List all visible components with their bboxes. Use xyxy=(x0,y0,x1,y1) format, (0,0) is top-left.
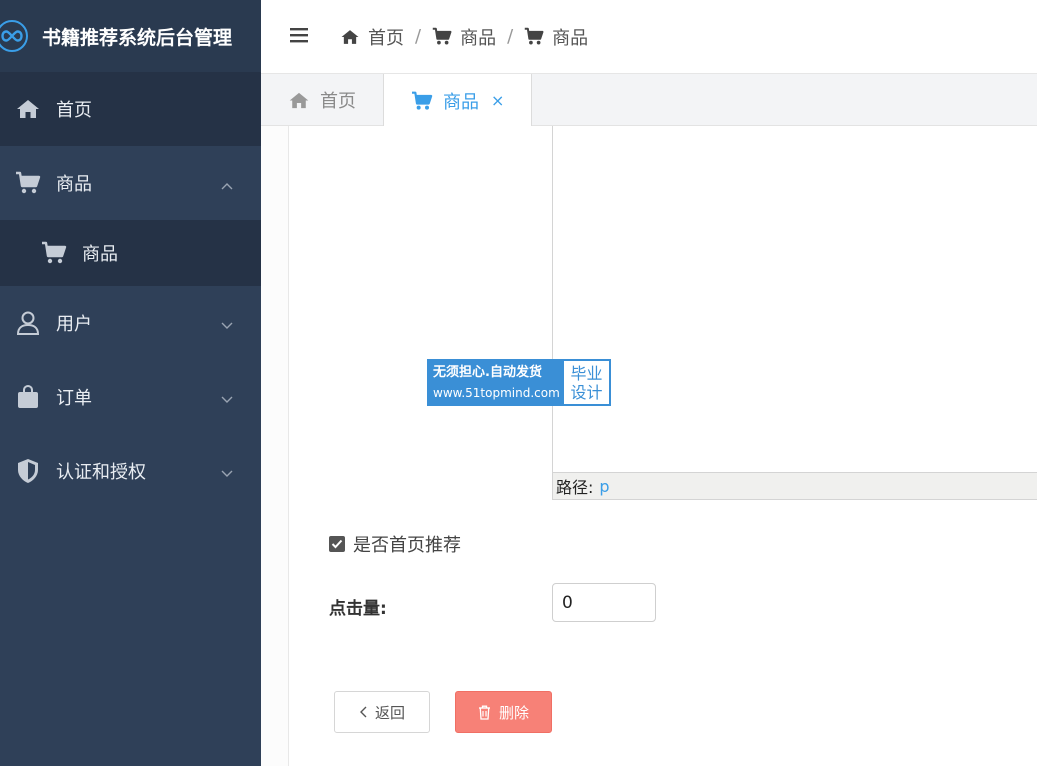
path-label: 路径: xyxy=(556,478,594,497)
path-element-link[interactable]: p xyxy=(599,477,609,496)
watermark-url: www.51topmind.com xyxy=(433,385,560,400)
breadcrumb: 首页 / 商品 / 商品 xyxy=(340,24,588,50)
home-icon xyxy=(14,98,42,120)
rich-text-editor[interactable]: 路径: p xyxy=(552,126,1037,500)
breadcrumb-separator: / xyxy=(507,26,514,47)
sidebar-item-label: 用户 xyxy=(56,314,92,335)
sidebar-item-auth[interactable]: 认证和授权 xyxy=(0,434,261,508)
watermark-left: 无须担心.自动发货 www.51topmind.com xyxy=(429,361,564,404)
clicks-label: 点击量: xyxy=(329,599,387,619)
sidebar-item-label: 首页 xyxy=(56,100,92,121)
hamburger-menu-icon[interactable] xyxy=(290,27,308,47)
breadcrumb-item-current: 商品 xyxy=(552,27,589,49)
cart-icon xyxy=(40,241,68,265)
sidebar-item-label: 认证和授权 xyxy=(56,462,146,483)
watermark-badge: 无须担心.自动发货 www.51topmind.com 毕业 设计 xyxy=(427,359,611,406)
delete-button[interactable]: 删除 xyxy=(455,691,552,733)
sidebar-item-products[interactable]: 商品 xyxy=(0,146,261,220)
main-content: 路径: p 无须担心.自动发货 www.51topmind.com 毕业 设计 … xyxy=(288,126,1037,766)
chevron-left-icon xyxy=(359,706,367,718)
tab-label: 首页 xyxy=(320,91,356,112)
back-button-label: 返回 xyxy=(374,703,405,722)
cart-icon xyxy=(14,171,42,195)
shield-icon xyxy=(14,458,42,484)
cart-icon xyxy=(524,27,544,46)
watermark-right1: 毕业 xyxy=(570,363,603,383)
tab-home[interactable]: 首页 xyxy=(261,74,384,126)
watermark-line1: 无须担心.自动发货 xyxy=(433,364,542,380)
chevron-down-icon xyxy=(221,314,233,335)
home-icon xyxy=(340,28,360,46)
sidebar-subitem-products[interactable]: 商品 xyxy=(0,220,261,286)
shopping-bag-icon xyxy=(14,385,42,409)
trash-icon xyxy=(478,705,491,720)
brand: 书籍推荐系统后台管理 xyxy=(0,0,261,72)
cart-icon xyxy=(432,27,452,46)
cart-icon xyxy=(411,91,433,111)
tab-products[interactable]: 商品 × xyxy=(384,74,533,127)
sidebar-item-users[interactable]: 用户 xyxy=(0,286,261,360)
chevron-up-icon xyxy=(221,174,233,195)
delete-button-label: 删除 xyxy=(498,703,529,722)
app-title: 书籍推荐系统后台管理 xyxy=(42,26,233,49)
breadcrumb-separator: / xyxy=(415,26,422,47)
homepage-recommend-row[interactable]: 是否首页推荐 xyxy=(329,531,461,557)
tab-label: 商品 xyxy=(443,91,479,113)
sidebar-item-label: 商品 xyxy=(82,244,118,265)
clicks-input[interactable] xyxy=(552,583,656,622)
breadcrumb-item-home[interactable]: 首页 xyxy=(368,24,404,50)
homepage-recommend-checkbox[interactable] xyxy=(329,536,345,552)
sidebar-item-label: 商品 xyxy=(56,174,92,195)
user-icon xyxy=(14,310,42,336)
close-icon[interactable]: × xyxy=(491,91,504,110)
tab-bar: 首页 商品 × xyxy=(261,74,1037,127)
breadcrumb-item-products[interactable]: 商品 xyxy=(460,24,496,50)
sidebar-item-orders[interactable]: 订单 xyxy=(0,360,261,434)
chevron-down-icon xyxy=(221,388,233,409)
editor-statusbar: 路径: p xyxy=(553,472,1037,499)
back-button[interactable]: 返回 xyxy=(334,691,430,733)
chevron-down-icon xyxy=(221,462,233,483)
watermark-right: 毕业 设计 xyxy=(564,361,609,404)
checkbox-label: 是否首页推荐 xyxy=(353,535,461,556)
sidebar-item-label: 订单 xyxy=(56,388,92,409)
top-header: 首页 / 商品 / 商品 xyxy=(261,0,1037,74)
sidebar: 书籍推荐系统后台管理 首页 商品 商品 用户 订单 认证和授权 xyxy=(0,0,261,766)
home-icon xyxy=(288,91,310,110)
infinity-logo-icon xyxy=(0,20,28,52)
watermark-right2: 设计 xyxy=(570,382,603,402)
sidebar-item-home[interactable]: 首页 xyxy=(0,72,261,146)
